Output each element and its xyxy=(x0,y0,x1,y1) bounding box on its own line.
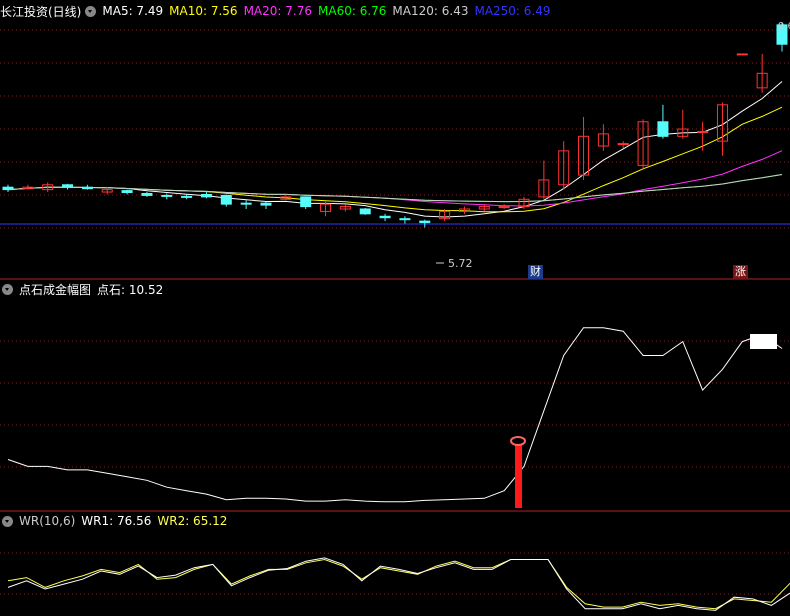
ma20-value: MA20: 7.76 xyxy=(243,4,312,18)
low-price-label: 5.72 xyxy=(448,257,473,270)
indicator-title[interactable]: 点石成金幅图 xyxy=(19,281,91,298)
candle-body xyxy=(736,53,748,56)
main-legend: 长江投资(日线) MA5: 7.49 MA10: 7.56 MA20: 7.76… xyxy=(0,2,557,20)
candle-body xyxy=(220,194,232,205)
candle-body xyxy=(697,130,709,133)
finance-marker[interactable]: 财 xyxy=(528,265,543,279)
indicator-curve xyxy=(7,327,783,508)
candle-body xyxy=(240,202,252,205)
ma250-value: MA250: 6.49 xyxy=(474,4,551,18)
candle-body xyxy=(300,196,312,208)
candle-body xyxy=(200,193,212,198)
indicator-legend: 点石成金幅图 点石: 10.52 xyxy=(0,280,169,298)
ma20-line xyxy=(7,150,783,207)
ma120-line xyxy=(7,174,783,203)
wr-title[interactable]: WR(10,6) xyxy=(19,514,75,528)
candle-body xyxy=(419,220,431,224)
indicator-value: 点石: 10.52 xyxy=(97,282,164,297)
ma5-value: MA5: 7.49 xyxy=(102,4,164,18)
candle-body xyxy=(141,192,153,196)
grid-lines xyxy=(0,29,790,595)
signal-bar xyxy=(515,445,522,508)
chevron-down-icon[interactable] xyxy=(85,5,97,17)
candle-body xyxy=(2,186,14,191)
wr2-line xyxy=(7,558,790,610)
wr-legend: WR(10,6) WR1: 76.56 WR2: 65.12 xyxy=(0,512,233,530)
candle-body xyxy=(181,195,193,198)
ma120-value: MA120: 6.43 xyxy=(392,4,469,18)
stock-title[interactable]: 长江投资(日线) xyxy=(0,3,81,20)
candle-body xyxy=(260,202,272,206)
candle-body xyxy=(161,194,173,197)
ma10-value: MA10: 7.56 xyxy=(169,4,238,18)
candle-body xyxy=(657,121,669,137)
chevron-down-icon[interactable] xyxy=(2,283,13,295)
wr2-value: WR2: 65.12 xyxy=(157,514,228,528)
indicator-line xyxy=(7,327,783,503)
candlesticks xyxy=(2,22,788,264)
limit-up-marker[interactable]: 涨 xyxy=(733,265,748,279)
candle-body xyxy=(121,190,133,194)
candle-body xyxy=(62,184,74,188)
high-price-label: 9.6 xyxy=(778,21,790,32)
ma5-line xyxy=(7,81,783,218)
candle-body xyxy=(379,215,391,219)
chevron-down-icon[interactable] xyxy=(2,515,13,527)
candle-body xyxy=(617,143,629,146)
candle-body xyxy=(399,218,411,221)
moving-average-lines xyxy=(7,81,783,218)
signal-diamond-icon xyxy=(510,436,526,446)
wr-curves xyxy=(7,557,790,611)
candle-body xyxy=(498,206,510,209)
ma60-value: MA60: 6.76 xyxy=(318,4,387,18)
indicator-peak-block xyxy=(750,334,777,349)
candle-body xyxy=(81,186,93,190)
wr1-line xyxy=(7,557,790,611)
wr1-value: WR1: 76.56 xyxy=(81,514,152,528)
candle-body xyxy=(359,208,371,215)
